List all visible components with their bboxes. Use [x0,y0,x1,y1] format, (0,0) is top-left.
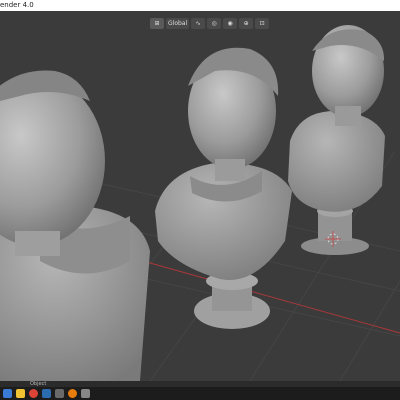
blender-icon[interactable] [68,389,77,398]
chrome-icon[interactable] [29,389,38,398]
view-icon[interactable]: ⊡ [255,17,270,29]
mail-icon[interactable] [42,389,51,398]
settings-icon[interactable] [81,389,90,398]
app-icon[interactable] [55,389,64,398]
transform-pivot-icon[interactable]: ⊞ [150,17,164,29]
shading-mode-dropdown[interactable]: Global [166,17,190,29]
taskbar [0,387,400,400]
bust-left[interactable] [0,70,150,381]
proportional-edit-icon[interactable]: ◎ [207,17,222,29]
window-title: ender 4.0 [0,1,34,9]
3d-viewport[interactable]: ⊞ Global ∿ ◎ ◉ ⊕ ⊡ [0,11,400,381]
bust-right[interactable] [288,25,385,255]
viewport-header: ⊞ Global ∿ ◎ ◉ ⊕ ⊡ [150,17,270,29]
window-titlebar: ender 4.0 [0,0,400,11]
file-explorer-icon[interactable] [16,389,25,398]
gizmo-icon[interactable]: ⊕ [239,17,254,29]
snap-icon[interactable]: ∿ [191,17,206,29]
viewport-scene [0,25,400,381]
bust-middle[interactable] [155,47,292,329]
start-icon[interactable] [3,389,12,398]
overlay-icon[interactable]: ◉ [223,17,238,29]
